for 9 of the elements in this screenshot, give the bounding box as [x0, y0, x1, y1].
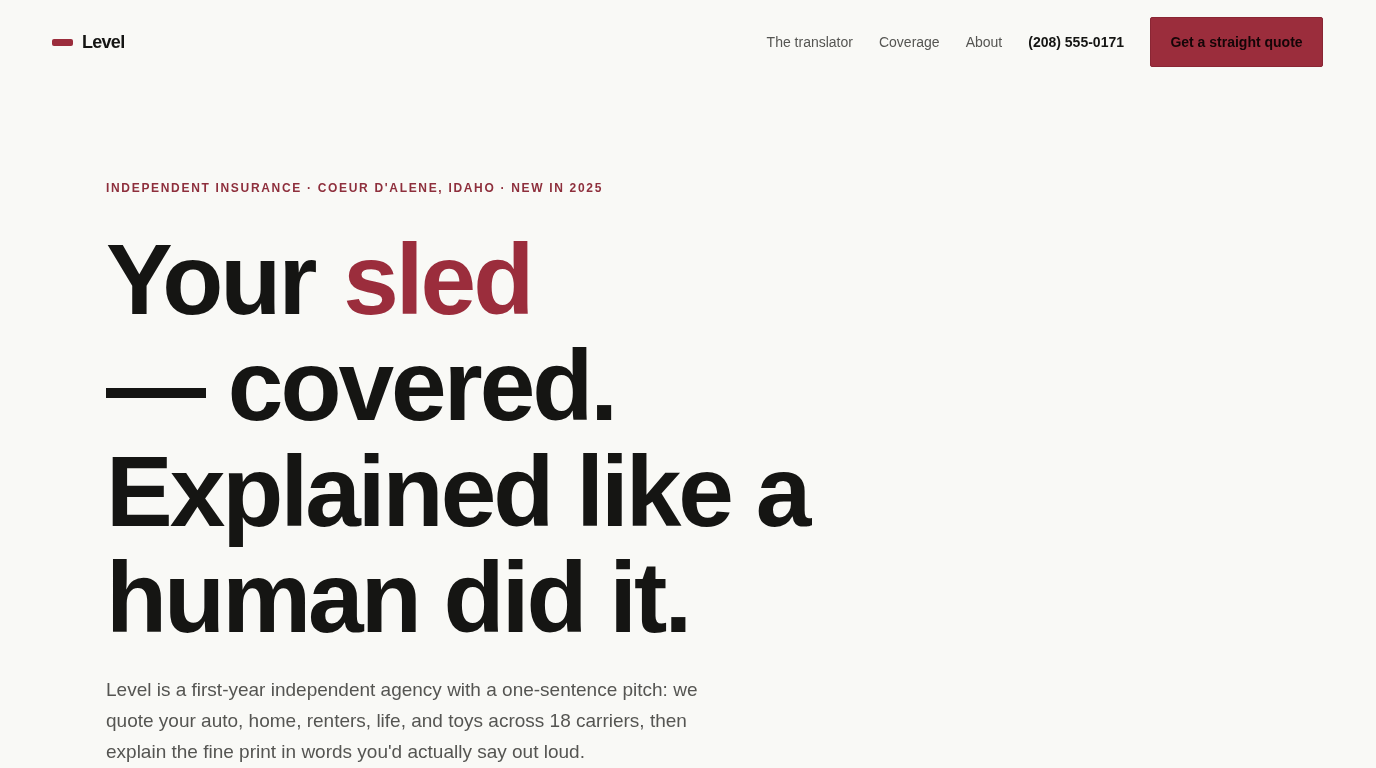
nav-link[interactable]: The translator: [766, 34, 853, 50]
intro-paragraph: Level is a first-year independent agency with a one-sentence pitch: we quote your auto, home, renters, life, and toys across 18 carriers, then explain the fine print in words you'd actually say out loud.: [106, 678, 699, 764]
logo-wordmark[interactable]: Level: [82, 31, 125, 53]
phone-link[interactable]: (208) 555-0171: [1028, 34, 1124, 50]
nav-link[interactable]: About: [965, 34, 1003, 50]
nav-link[interactable]: Coverage: [878, 34, 940, 50]
logo-bar-icon: [52, 38, 73, 46]
hero-headline: Your sled — covered. Explained like a human did it.: [106, 226, 811, 650]
eyebrow-text: INDEPENDENT INSURANCE · COEUR D'ALENE, IDAHO · NEW IN 2025: [106, 180, 604, 196]
